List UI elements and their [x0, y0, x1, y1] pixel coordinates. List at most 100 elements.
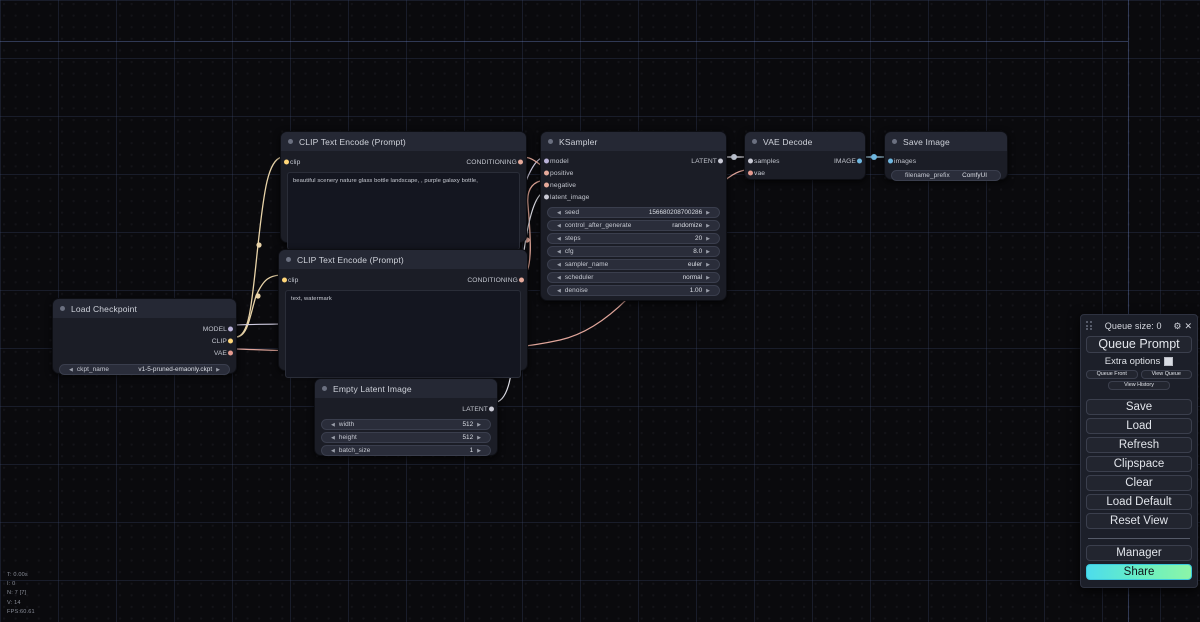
- slot-dot-negative[interactable]: [544, 182, 549, 188]
- drag-handle-icon[interactable]: [1086, 321, 1093, 331]
- input-slot-latent-image[interactable]: latent_image: [541, 191, 726, 203]
- save-button[interactable]: Save: [1086, 399, 1192, 415]
- comfy-menu-panel[interactable]: Queue size: 0 ⚙ ✕ Queue Prompt Extra opt…: [1080, 314, 1198, 588]
- slot-dot-vae[interactable]: [748, 170, 753, 176]
- widget-filename-prefix[interactable]: filename_prefix ComfyUI: [891, 170, 1001, 181]
- decrement-arrow-icon[interactable]: ◀: [557, 223, 561, 229]
- increment-arrow-icon[interactable]: ▶: [706, 275, 710, 281]
- slot-dot-conditioning[interactable]: [519, 277, 524, 283]
- prompt-textarea[interactable]: beautiful scenery nature glass bottle la…: [287, 172, 520, 250]
- clear-button[interactable]: Clear: [1086, 475, 1192, 491]
- slot-dot-model[interactable]: [228, 326, 233, 332]
- widget-seed[interactable]: ◀ seed 156680208700286 ▶: [547, 207, 720, 218]
- slot-dot-positive[interactable]: [544, 170, 549, 176]
- widget-height[interactable]: ◀ height 512 ▶: [321, 432, 491, 443]
- decrement-arrow-icon[interactable]: ◀: [331, 448, 335, 454]
- node-titlebar[interactable]: CLIP Text Encode (Prompt): [281, 132, 526, 151]
- widget-ckpt-name[interactable]: ◀ ckpt_name v1-5-pruned-emaonly.ckpt ▶: [59, 364, 230, 375]
- decrement-arrow-icon[interactable]: ◀: [331, 422, 335, 428]
- widget-steps[interactable]: ◀ steps 20 ▶: [547, 233, 720, 244]
- node-clip-text-encode-negative[interactable]: CLIP Text Encode (Prompt) clip CONDITION…: [278, 249, 528, 378]
- node-load-checkpoint[interactable]: Load Checkpoint MODEL CLIP VAE ◀ ckpt_na…: [52, 298, 237, 375]
- increment-arrow-icon[interactable]: ▶: [477, 448, 481, 454]
- increment-arrow-icon[interactable]: ▶: [706, 210, 710, 216]
- gear-icon[interactable]: ⚙: [1173, 321, 1181, 332]
- view-history-button[interactable]: View History: [1108, 381, 1170, 390]
- slot-dot-samples[interactable]: [748, 158, 753, 164]
- input-slot-positive[interactable]: positive: [541, 167, 726, 179]
- node-clip-text-encode-positive[interactable]: CLIP Text Encode (Prompt) clip CONDITION…: [280, 131, 527, 250]
- slot-dot-clip[interactable]: [282, 277, 287, 283]
- widget-control-after-generate[interactable]: ◀ control_after_generate randomize ▶: [547, 220, 720, 231]
- slot-dot-model[interactable]: [544, 158, 549, 164]
- widget-scheduler[interactable]: ◀ scheduler normal ▶: [547, 272, 720, 283]
- node-collapse-icon[interactable]: [286, 257, 291, 262]
- node-titlebar[interactable]: Empty Latent Image: [315, 379, 497, 398]
- slot-dot-latent[interactable]: [489, 406, 494, 412]
- decrement-arrow-icon[interactable]: ◀: [557, 249, 561, 255]
- output-slot-clip[interactable]: CLIP: [53, 335, 236, 347]
- increment-arrow-icon[interactable]: ▶: [477, 422, 481, 428]
- slot-dot-conditioning[interactable]: [518, 159, 523, 165]
- input-slot-negative[interactable]: negative: [541, 179, 726, 191]
- node-titlebar[interactable]: Load Checkpoint: [53, 299, 236, 318]
- node-empty-latent-image[interactable]: Empty Latent Image LATENT ◀ width 512 ▶ …: [314, 378, 498, 456]
- widget-sampler-name[interactable]: ◀ sampler_name euler ▶: [547, 259, 720, 270]
- decrement-arrow-icon[interactable]: ◀: [69, 367, 73, 373]
- node-collapse-icon[interactable]: [548, 139, 553, 144]
- increment-arrow-icon[interactable]: ▶: [706, 223, 710, 229]
- increment-arrow-icon[interactable]: ▶: [706, 288, 710, 294]
- decrement-arrow-icon[interactable]: ◀: [557, 262, 561, 268]
- decrement-arrow-icon[interactable]: ◀: [557, 288, 561, 294]
- node-titlebar[interactable]: CLIP Text Encode (Prompt): [279, 250, 527, 269]
- queue-prompt-button[interactable]: Queue Prompt: [1086, 336, 1192, 353]
- load-button[interactable]: Load: [1086, 418, 1192, 434]
- node-titlebar[interactable]: VAE Decode: [745, 132, 865, 151]
- increment-arrow-icon[interactable]: ▶: [706, 262, 710, 268]
- node-collapse-icon[interactable]: [892, 139, 897, 144]
- slot-dot-images[interactable]: [888, 158, 893, 164]
- close-icon[interactable]: ✕: [1184, 321, 1192, 332]
- load-default-button[interactable]: Load Default: [1086, 494, 1192, 510]
- node-save-image[interactable]: Save Image images filename_prefix ComfyU…: [884, 131, 1008, 181]
- reset-view-button[interactable]: Reset View: [1086, 513, 1192, 529]
- view-queue-button[interactable]: View Queue: [1140, 370, 1192, 379]
- increment-arrow-icon[interactable]: ▶: [216, 367, 220, 373]
- increment-arrow-icon[interactable]: ▶: [706, 236, 710, 242]
- widget-batch-size[interactable]: ◀ batch_size 1 ▶: [321, 445, 491, 456]
- slot-dot-image[interactable]: [857, 158, 862, 164]
- node-ksampler[interactable]: KSampler model LATENT positive negative …: [540, 131, 727, 301]
- queue-front-button[interactable]: Queue Front: [1086, 370, 1138, 379]
- decrement-arrow-icon[interactable]: ◀: [557, 275, 561, 281]
- input-slot-images[interactable]: images: [885, 155, 1007, 167]
- node-titlebar[interactable]: Save Image: [885, 132, 1007, 151]
- node-collapse-icon[interactable]: [752, 139, 757, 144]
- decrement-arrow-icon[interactable]: ◀: [557, 210, 561, 216]
- extra-options-checkbox[interactable]: [1164, 357, 1174, 366]
- manager-button[interactable]: Manager: [1086, 545, 1192, 561]
- node-titlebar[interactable]: KSampler: [541, 132, 726, 151]
- slot-dot-clip[interactable]: [228, 338, 233, 344]
- widget-cfg[interactable]: ◀ cfg 8.0 ▶: [547, 246, 720, 257]
- widget-width[interactable]: ◀ width 512 ▶: [321, 419, 491, 430]
- output-slot-vae[interactable]: VAE: [53, 347, 236, 359]
- node-collapse-icon[interactable]: [288, 139, 293, 144]
- node-collapse-icon[interactable]: [322, 386, 327, 391]
- slot-dot-latent-image[interactable]: [544, 194, 549, 200]
- decrement-arrow-icon[interactable]: ◀: [557, 236, 561, 242]
- widget-denoise[interactable]: ◀ denoise 1.00 ▶: [547, 285, 720, 296]
- prompt-textarea[interactable]: text, watermark: [285, 290, 521, 378]
- decrement-arrow-icon[interactable]: ◀: [331, 435, 335, 441]
- output-slot-model[interactable]: MODEL: [53, 323, 236, 335]
- node-collapse-icon[interactable]: [60, 306, 65, 311]
- slot-dot-latent-out[interactable]: [718, 158, 723, 164]
- refresh-button[interactable]: Refresh: [1086, 437, 1192, 453]
- node-vae-decode[interactable]: VAE Decode samples IMAGE vae: [744, 131, 866, 180]
- increment-arrow-icon[interactable]: ▶: [706, 249, 710, 255]
- input-slot-vae[interactable]: vae: [745, 167, 865, 179]
- clipspace-button[interactable]: Clipspace: [1086, 456, 1192, 472]
- output-slot-latent[interactable]: LATENT: [315, 403, 497, 415]
- slot-dot-vae[interactable]: [228, 350, 233, 356]
- slot-dot-clip[interactable]: [284, 159, 289, 165]
- increment-arrow-icon[interactable]: ▶: [477, 435, 481, 441]
